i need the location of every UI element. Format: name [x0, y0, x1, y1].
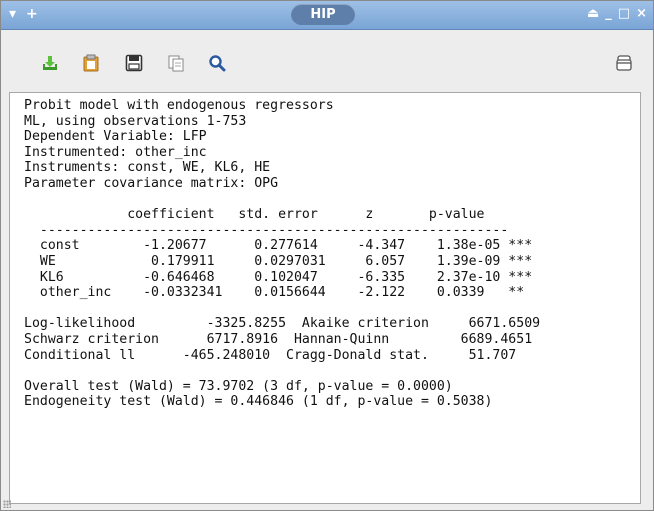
title-bar[interactable]: ▾ + HIP ⏏ _ □ × — [1, 1, 653, 30]
clipboard-icon — [83, 54, 99, 72]
test-line: Endogeneity test (Wald) = 0.446846 (1 df… — [24, 394, 493, 410]
coef-table-row: WE 0.179911 0.0297031 6.057 1.39e-09 *** — [24, 253, 533, 269]
output-header-line: Dependent Variable: LFP — [24, 129, 207, 145]
coef-table-row: KL6 -0.646468 0.102047 -6.335 2.37e-10 *… — [24, 269, 533, 285]
save-green-icon — [43, 56, 57, 70]
output-header-line: Instruments: const, WE, KL6, HE — [24, 160, 271, 176]
copy-gray-icon — [168, 55, 184, 72]
coef-table-row: const -1.20677 0.277614 -4.347 1.38e-05 … — [24, 238, 533, 254]
stats-line: Conditional ll -465.248010 Cragg-Donald … — [24, 347, 517, 363]
window-list-button[interactable] — [613, 52, 635, 74]
stats-line: Log-likelihood -3325.8255 Akaike criteri… — [24, 316, 541, 332]
search-button[interactable] — [206, 52, 228, 74]
output-header-line: Parameter covariance matrix: OPG — [24, 175, 279, 191]
output-header-line: ML, using observations 1-753 — [24, 113, 247, 129]
toolbar — [1, 30, 653, 92]
model-output-window: ▾ + HIP ⏏ _ □ × Probit model with endoge… — [0, 0, 654, 511]
output-text-area[interactable]: Probit model with endogenous regressors … — [9, 92, 641, 504]
save-text-button[interactable] — [39, 52, 61, 74]
maximize-icon[interactable]: □ — [618, 6, 630, 21]
coef-table-row: other_inc -0.0332341 0.0156644 -2.122 0.… — [24, 285, 525, 301]
print-button[interactable] — [165, 52, 187, 74]
window-menu-icon[interactable]: ▾ — [9, 6, 16, 22]
coef-table-header: coefficient std. error z p-value — [24, 207, 485, 223]
test-line: Overall test (Wald) = 73.9702 (3 df, p-v… — [24, 378, 453, 394]
copy-button[interactable] — [80, 52, 102, 74]
close-icon[interactable]: × — [636, 6, 647, 21]
resize-grip[interactable] — [3, 500, 11, 508]
output-header-line: Instrumented: other_inc — [24, 144, 207, 160]
save-file-button[interactable] — [123, 52, 145, 74]
add-icon[interactable]: + — [26, 6, 38, 22]
coef-table-rule: ----------------------------------------… — [24, 222, 509, 238]
window-title: HIP — [291, 4, 355, 25]
minimize-icon[interactable]: _ — [605, 6, 612, 21]
floppy-icon — [125, 54, 143, 72]
stack-icon — [616, 55, 632, 71]
eject-icon[interactable]: ⏏ — [587, 6, 599, 21]
model-output: Probit model with endogenous regressors … — [24, 98, 540, 410]
output-header-line: Probit model with endogenous regressors — [24, 98, 334, 113]
stats-line: Schwarz criterion 6717.8916 Hannan-Quinn… — [24, 331, 533, 347]
title-bar-left-controls: ▾ + — [9, 6, 38, 22]
magnifier-icon — [209, 55, 226, 72]
title-bar-right-controls: ⏏ _ □ × — [587, 6, 647, 21]
